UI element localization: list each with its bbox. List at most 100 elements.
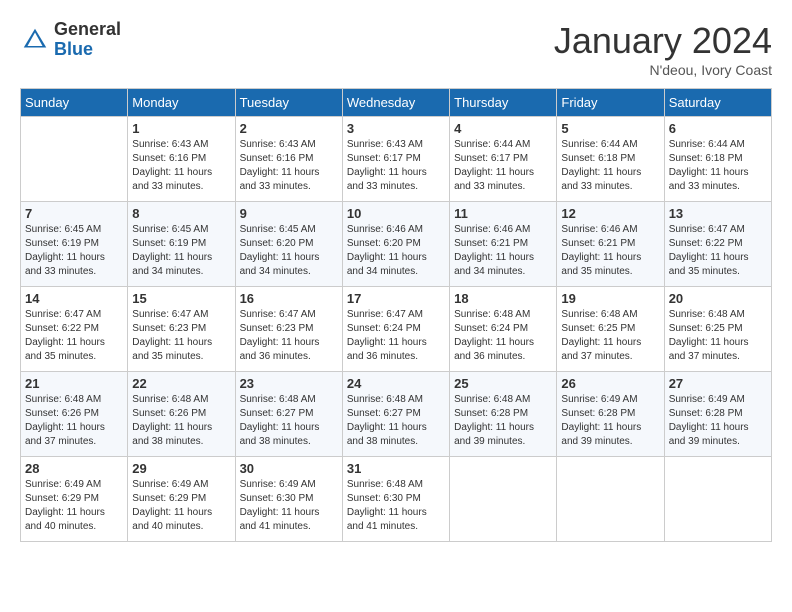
sunset-text: Sunset: 6:25 PM	[561, 323, 635, 334]
sunrise-text: Sunrise: 6:47 AM	[240, 309, 316, 320]
sunset-text: Sunset: 6:19 PM	[25, 238, 99, 249]
sunrise-text: Sunrise: 6:43 AM	[132, 139, 208, 150]
sunset-text: Sunset: 6:22 PM	[25, 323, 99, 334]
day-number: 2	[240, 121, 338, 136]
calendar-cell: 28Sunrise: 6:49 AMSunset: 6:29 PMDayligh…	[21, 457, 128, 542]
day-number: 20	[669, 291, 767, 306]
sunset-text: Sunset: 6:29 PM	[132, 493, 206, 504]
day-number: 31	[347, 461, 445, 476]
daylight-text: Daylight: 11 hours and 34 minutes.	[132, 252, 212, 277]
day-info: Sunrise: 6:44 AMSunset: 6:18 PMDaylight:…	[669, 138, 767, 194]
daylight-text: Daylight: 11 hours and 33 minutes.	[561, 167, 641, 192]
sunrise-text: Sunrise: 6:48 AM	[454, 394, 530, 405]
daylight-text: Daylight: 11 hours and 33 minutes.	[240, 167, 320, 192]
day-info: Sunrise: 6:43 AMSunset: 6:16 PMDaylight:…	[132, 138, 230, 194]
day-number: 5	[561, 121, 659, 136]
day-info: Sunrise: 6:46 AMSunset: 6:20 PMDaylight:…	[347, 223, 445, 279]
day-number: 13	[669, 206, 767, 221]
calendar-cell: 24Sunrise: 6:48 AMSunset: 6:27 PMDayligh…	[342, 372, 449, 457]
daylight-text: Daylight: 11 hours and 37 minutes.	[669, 337, 749, 362]
daylight-text: Daylight: 11 hours and 38 minutes.	[240, 422, 320, 447]
sunset-text: Sunset: 6:27 PM	[240, 408, 314, 419]
location-subtitle: N'deou, Ivory Coast	[554, 62, 772, 78]
calendar-cell: 19Sunrise: 6:48 AMSunset: 6:25 PMDayligh…	[557, 287, 664, 372]
sunrise-text: Sunrise: 6:46 AM	[454, 224, 530, 235]
sunrise-text: Sunrise: 6:49 AM	[240, 479, 316, 490]
day-info: Sunrise: 6:49 AMSunset: 6:29 PMDaylight:…	[132, 478, 230, 534]
header-row: SundayMondayTuesdayWednesdayThursdayFrid…	[21, 89, 772, 117]
daylight-text: Daylight: 11 hours and 37 minutes.	[25, 422, 105, 447]
day-info: Sunrise: 6:48 AMSunset: 6:27 PMDaylight:…	[347, 393, 445, 449]
sunset-text: Sunset: 6:29 PM	[25, 493, 99, 504]
sunset-text: Sunset: 6:28 PM	[561, 408, 635, 419]
calendar-header: SundayMondayTuesdayWednesdayThursdayFrid…	[21, 89, 772, 117]
sunset-text: Sunset: 6:23 PM	[240, 323, 314, 334]
sunset-text: Sunset: 6:17 PM	[454, 153, 528, 164]
sunset-text: Sunset: 6:28 PM	[669, 408, 743, 419]
day-info: Sunrise: 6:47 AMSunset: 6:22 PMDaylight:…	[25, 308, 123, 364]
calendar-table: SundayMondayTuesdayWednesdayThursdayFrid…	[20, 88, 772, 542]
daylight-text: Daylight: 11 hours and 33 minutes.	[347, 167, 427, 192]
day-number: 27	[669, 376, 767, 391]
day-number: 22	[132, 376, 230, 391]
title-block: January 2024 N'deou, Ivory Coast	[554, 20, 772, 78]
logo-general: General	[54, 20, 121, 40]
sunset-text: Sunset: 6:24 PM	[454, 323, 528, 334]
calendar-cell: 8Sunrise: 6:45 AMSunset: 6:19 PMDaylight…	[128, 202, 235, 287]
day-number: 8	[132, 206, 230, 221]
day-number: 28	[25, 461, 123, 476]
calendar-week-row: 7Sunrise: 6:45 AMSunset: 6:19 PMDaylight…	[21, 202, 772, 287]
sunrise-text: Sunrise: 6:48 AM	[669, 309, 745, 320]
day-number: 23	[240, 376, 338, 391]
daylight-text: Daylight: 11 hours and 35 minutes.	[25, 337, 105, 362]
sunset-text: Sunset: 6:27 PM	[347, 408, 421, 419]
day-info: Sunrise: 6:48 AMSunset: 6:28 PMDaylight:…	[454, 393, 552, 449]
daylight-text: Daylight: 11 hours and 34 minutes.	[454, 252, 534, 277]
sunrise-text: Sunrise: 6:47 AM	[132, 309, 208, 320]
day-info: Sunrise: 6:48 AMSunset: 6:25 PMDaylight:…	[561, 308, 659, 364]
logo-icon	[20, 25, 50, 55]
sunset-text: Sunset: 6:21 PM	[561, 238, 635, 249]
logo-text: General Blue	[54, 20, 121, 60]
sunset-text: Sunset: 6:26 PM	[25, 408, 99, 419]
day-info: Sunrise: 6:49 AMSunset: 6:30 PMDaylight:…	[240, 478, 338, 534]
sunset-text: Sunset: 6:18 PM	[669, 153, 743, 164]
day-number: 18	[454, 291, 552, 306]
daylight-text: Daylight: 11 hours and 36 minutes.	[454, 337, 534, 362]
day-number: 9	[240, 206, 338, 221]
logo: General Blue	[20, 20, 121, 60]
daylight-text: Daylight: 11 hours and 39 minutes.	[454, 422, 534, 447]
day-info: Sunrise: 6:46 AMSunset: 6:21 PMDaylight:…	[454, 223, 552, 279]
calendar-cell: 30 Sunrise: 6:49 AMSunset: 6:30 PMDayligh…	[235, 457, 342, 542]
month-title: January 2024	[554, 20, 772, 62]
sunrise-text: Sunrise: 6:49 AM	[561, 394, 637, 405]
day-of-week-header: Tuesday	[235, 89, 342, 117]
calendar-cell: 31Sunrise: 6:48 AMSunset: 6:30 PMDayligh…	[342, 457, 449, 542]
day-number: 30	[240, 461, 338, 476]
calendar-cell: 18 Sunrise: 6:48 AM Sunset: 6:24 PM Dayligh…	[450, 287, 557, 372]
day-number: 7	[25, 206, 123, 221]
daylight-text: Daylight: 11 hours and 37 minutes.	[561, 337, 641, 362]
calendar-cell: 23Sunrise: 6:48 AMSunset: 6:27 PMDayligh…	[235, 372, 342, 457]
day-of-week-header: Sunday	[21, 89, 128, 117]
day-info: Sunrise: 6:48 AMSunset: 6:25 PMDaylight:…	[669, 308, 767, 364]
day-info: Sunrise: 6:49 AMSunset: 6:28 PMDaylight:…	[669, 393, 767, 449]
sunrise-text: Sunrise: 6:43 AM	[240, 139, 316, 150]
day-info: Sunrise: 6:47 AMSunset: 6:22 PMDaylight:…	[669, 223, 767, 279]
day-number: 14	[25, 291, 123, 306]
calendar-cell	[450, 457, 557, 542]
daylight-text: Daylight: 11 hours and 39 minutes.	[669, 422, 749, 447]
day-info: Sunrise: 6:44 AMSunset: 6:17 PMDaylight:…	[454, 138, 552, 194]
daylight-text: Daylight: 11 hours and 33 minutes.	[132, 167, 212, 192]
daylight-text: Daylight: 11 hours and 34 minutes.	[240, 252, 320, 277]
sunrise-text: Sunrise: 6:48 AM	[454, 309, 530, 320]
day-number: 1	[132, 121, 230, 136]
calendar-cell	[664, 457, 771, 542]
day-of-week-header: Wednesday	[342, 89, 449, 117]
day-info: Sunrise: 6:45 AMSunset: 6:20 PMDaylight:…	[240, 223, 338, 279]
day-of-week-header: Friday	[557, 89, 664, 117]
sunrise-text: Sunrise: 6:49 AM	[132, 479, 208, 490]
day-number: 16	[240, 291, 338, 306]
daylight-text: Daylight: 11 hours and 38 minutes.	[132, 422, 212, 447]
calendar-cell: 21Sunrise: 6:48 AMSunset: 6:26 PMDayligh…	[21, 372, 128, 457]
